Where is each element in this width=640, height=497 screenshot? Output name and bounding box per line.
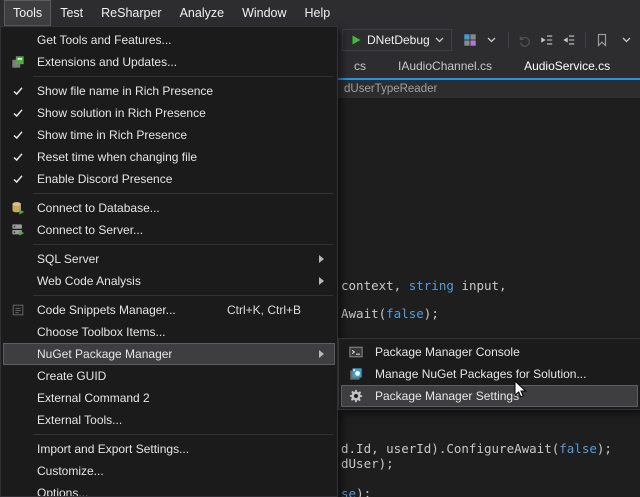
- submenu-arrow-icon: [318, 255, 325, 264]
- menu-item-label: Show file name in Rich Presence: [33, 84, 213, 98]
- menubar-item-resharper[interactable]: ReSharper: [92, 0, 170, 26]
- breadcrumb-scope-label: dUserTypeReader: [344, 83, 437, 95]
- toggle-bookmark-icon[interactable]: [592, 29, 612, 51]
- menu-item-import-and-export-settings[interactable]: Import and Export Settings...: [3, 438, 335, 460]
- menu-item-show-file-name-in-rich-presence[interactable]: Show file name in Rich Presence: [3, 80, 335, 102]
- menu-item-label: Package Manager Console: [371, 345, 520, 359]
- menu-item-label: Reset time when changing file: [33, 150, 197, 164]
- menubar-item-test[interactable]: Test: [51, 0, 92, 26]
- menu-item-label: Package Manager Settings: [371, 389, 519, 403]
- submenu-arrow-icon: [318, 350, 325, 359]
- menu-item-label: Choose Toolbox Items...: [33, 325, 166, 339]
- submenu-arrow-icon: [318, 277, 325, 286]
- vs-window: { "colors": { "accent_blue": "#1c97ea", …: [0, 0, 640, 497]
- menu-item-show-time-in-rich-presence[interactable]: Show time in Rich Presence: [3, 124, 335, 146]
- menu-item-label: External Tools...: [33, 413, 122, 427]
- menu-separator: [33, 434, 333, 435]
- menu-item-options[interactable]: Options...: [3, 482, 335, 497]
- menu-item-label: Enable Discord Presence: [33, 172, 172, 186]
- menu-item-label: Import and Export Settings...: [33, 442, 189, 456]
- menu-item-label: Show solution in Rich Presence: [33, 106, 206, 120]
- toolbar-separator: [585, 32, 586, 48]
- check-icon: [3, 85, 33, 97]
- check-icon: [3, 151, 33, 163]
- menu-item-customize[interactable]: Customize...: [3, 460, 335, 482]
- menu-item-label: NuGet Package Manager: [33, 347, 172, 361]
- chevron-down-icon[interactable]: [482, 29, 502, 51]
- menu-item-package-manager-settings[interactable]: Package Manager Settings: [341, 385, 638, 407]
- database-icon: [3, 201, 33, 215]
- menu-separator: [33, 76, 333, 77]
- tab-iaudiochannel-cs[interactable]: IAudioChannel.cs: [382, 54, 508, 78]
- console-icon: [341, 345, 371, 359]
- menu-item-reset-time-when-changing-file[interactable]: Reset time when changing file: [3, 146, 335, 168]
- menu-item-label: Extensions and Updates...: [33, 55, 177, 69]
- menu-item-sql-server[interactable]: SQL Server: [3, 248, 335, 270]
- menubar-item-help[interactable]: Help: [296, 0, 340, 26]
- menu-item-extensions-and-updates[interactable]: Extensions and Updates...: [3, 51, 335, 73]
- nuget-submenu: Package Manager Console Manage NuGet Pack…: [338, 338, 640, 410]
- packages-icon: [341, 367, 371, 381]
- menu-item-label: Create GUID: [33, 369, 106, 383]
- menu-separator: [33, 193, 333, 194]
- toolbar-overflow-icon[interactable]: [616, 29, 636, 51]
- menu-item-package-manager-console[interactable]: Package Manager Console: [341, 341, 638, 363]
- menubar-item-window[interactable]: Window: [233, 0, 295, 26]
- menu-item-nuget-package-manager[interactable]: NuGet Package Manager: [3, 343, 335, 365]
- check-icon: [3, 129, 33, 141]
- extensions-icon: [3, 55, 33, 69]
- toolbar-separator: [508, 32, 509, 48]
- undo-icon[interactable]: [515, 29, 535, 51]
- menu-item-label: Get Tools and Features...: [33, 33, 172, 47]
- gear-icon: [341, 389, 371, 403]
- check-icon: [3, 173, 33, 185]
- menu-item-code-snippets-manager[interactable]: Code Snippets Manager... Ctrl+K, Ctrl+B: [3, 299, 335, 321]
- menu-item-label: Show time in Rich Presence: [33, 128, 187, 142]
- decrease-indent-icon[interactable]: [537, 29, 557, 51]
- menu-item-label: Options...: [33, 486, 88, 497]
- check-icon: [3, 107, 33, 119]
- menu-item-show-solution-in-rich-presence[interactable]: Show solution in Rich Presence: [3, 102, 335, 124]
- tab-cs[interactable]: cs: [338, 54, 382, 78]
- menu-item-connect-to-database[interactable]: Connect to Database...: [3, 197, 335, 219]
- menu-item-manage-nuget-packages-for-solution[interactable]: Manage NuGet Packages for Solution...: [341, 363, 638, 385]
- tools-menu: Get Tools and Features... Extensions and …: [0, 26, 338, 497]
- start-debug-button[interactable]: DNetDebug: [342, 29, 452, 51]
- menubar-item-analyze[interactable]: Analyze: [171, 0, 233, 26]
- tab-audioservice-cs[interactable]: AudioService.cs: [508, 54, 626, 78]
- menu-item-label: Code Snippets Manager...: [33, 303, 176, 317]
- menu-item-create-guid[interactable]: Create GUID: [3, 365, 335, 387]
- menu-item-label: External Command 2: [33, 391, 150, 405]
- menu-item-connect-to-server[interactable]: Connect to Server...: [3, 219, 335, 241]
- server-icon: [3, 223, 33, 237]
- chevron-down-icon: [435, 37, 444, 43]
- toolbar-icons: [460, 29, 640, 51]
- menu-item-label: Manage NuGet Packages for Solution...: [371, 367, 586, 381]
- menu-item-get-tools-and-features[interactable]: Get Tools and Features...: [3, 29, 335, 51]
- snippets-icon: [3, 303, 33, 317]
- menu-item-label: Customize...: [33, 464, 104, 478]
- menu-separator: [33, 295, 333, 296]
- menu-item-label: Connect to Database...: [33, 201, 160, 215]
- menu-separator: [33, 244, 333, 245]
- menu-item-label: Connect to Server...: [33, 223, 143, 237]
- increase-indent-icon[interactable]: [559, 29, 579, 51]
- menu-item-shortcut: Ctrl+K, Ctrl+B: [227, 303, 335, 317]
- attach-to-process-icon[interactable]: [460, 29, 480, 51]
- menubar: ToolsTestReSharperAnalyzeWindowHelp: [0, 0, 640, 26]
- play-icon: [350, 34, 362, 46]
- menu-item-enable-discord-presence[interactable]: Enable Discord Presence: [3, 168, 335, 190]
- menu-item-web-code-analysis[interactable]: Web Code Analysis: [3, 270, 335, 292]
- menu-item-external-command-2[interactable]: External Command 2: [3, 387, 335, 409]
- menu-item-external-tools[interactable]: External Tools...: [3, 409, 335, 431]
- menu-item-choose-toolbox-items[interactable]: Choose Toolbox Items...: [3, 321, 335, 343]
- menu-item-label: SQL Server: [33, 252, 99, 266]
- menu-item-label: Web Code Analysis: [33, 274, 141, 288]
- menubar-item-tools[interactable]: Tools: [4, 0, 51, 26]
- debug-target-label: DNetDebug: [367, 33, 430, 47]
